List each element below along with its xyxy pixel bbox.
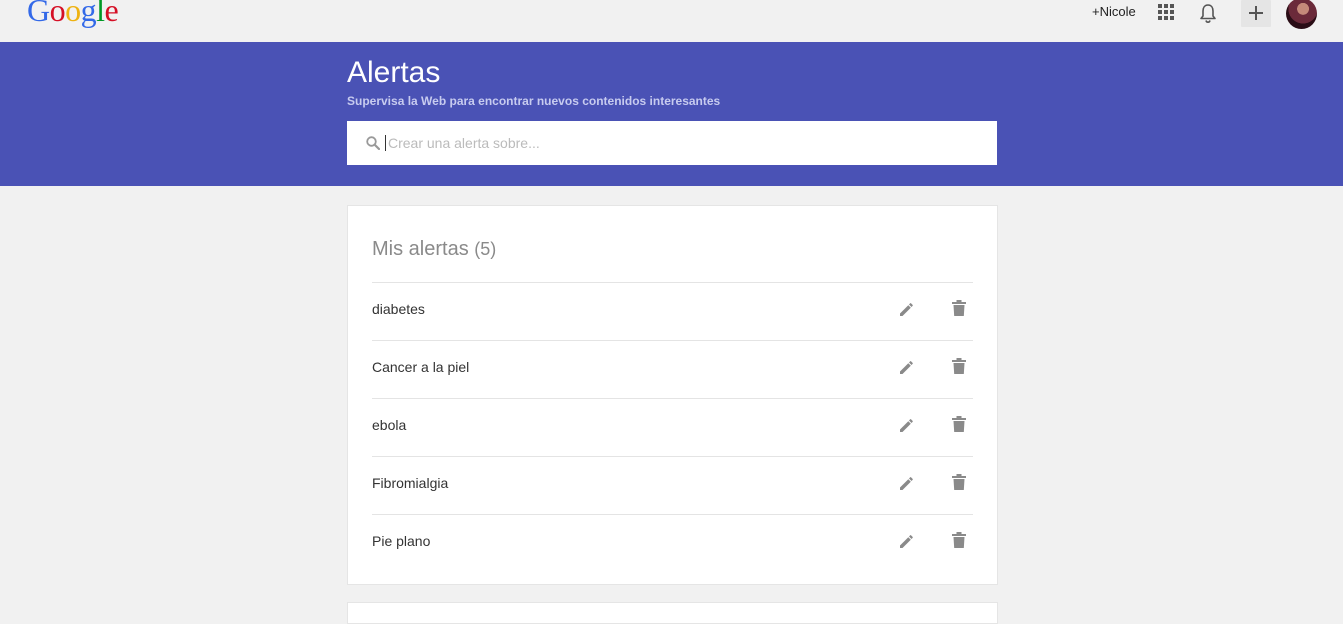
search-box[interactable] bbox=[347, 121, 997, 165]
logo-letter: o bbox=[49, 0, 66, 28]
my-alerts-card: Mis alertas (5) diabetes Cancer a la piel… bbox=[347, 205, 998, 585]
logo-letter: o bbox=[65, 0, 81, 28]
create-alert-input[interactable] bbox=[385, 135, 985, 151]
trash-icon bbox=[951, 532, 967, 553]
pencil-icon bbox=[898, 535, 916, 554]
logo-letter: G bbox=[27, 0, 50, 28]
google-logo[interactable]: Google bbox=[27, 0, 119, 30]
delete-alert-button[interactable] bbox=[951, 473, 969, 493]
notifications-bell-icon[interactable] bbox=[1197, 2, 1219, 24]
pencil-icon bbox=[898, 419, 916, 438]
search-icon bbox=[366, 136, 380, 150]
alerts-header: Alertas Supervisa la Web para encontrar … bbox=[0, 42, 1343, 186]
my-alerts-title: Mis alertas (5) bbox=[372, 238, 496, 261]
edit-alert-button[interactable] bbox=[898, 474, 918, 494]
edit-alert-button[interactable] bbox=[898, 416, 918, 436]
alerts-list: diabetes Cancer a la piel ebola Fibromialgi… bbox=[372, 282, 973, 572]
page-subtitle: Supervisa la Web para encontrar nuevos c… bbox=[347, 94, 721, 108]
edit-alert-button[interactable] bbox=[898, 532, 918, 552]
delete-alert-button[interactable] bbox=[951, 299, 969, 319]
plus-icon bbox=[1249, 6, 1263, 20]
user-profile-link[interactable]: +Nicole bbox=[1092, 4, 1136, 19]
trash-icon bbox=[951, 300, 967, 321]
delete-alert-button[interactable] bbox=[951, 415, 969, 435]
trash-icon bbox=[951, 416, 967, 437]
pencil-icon bbox=[898, 477, 916, 496]
alerts-count: (5) bbox=[474, 239, 497, 259]
edit-alert-button[interactable] bbox=[898, 300, 918, 320]
pencil-icon bbox=[898, 361, 916, 380]
alert-row: Cancer a la piel bbox=[372, 340, 973, 398]
alert-row: Pie plano bbox=[372, 514, 973, 572]
secondary-card bbox=[347, 602, 998, 624]
alert-row: Fibromialgia bbox=[372, 456, 973, 514]
page-title: Alertas bbox=[347, 56, 441, 89]
delete-alert-button[interactable] bbox=[951, 357, 969, 377]
pencil-icon bbox=[898, 303, 916, 322]
edit-alert-button[interactable] bbox=[898, 358, 918, 378]
my-alerts-title-text: Mis alertas bbox=[372, 238, 469, 260]
alert-label[interactable]: Fibromialgia bbox=[372, 475, 448, 491]
logo-letter: l bbox=[96, 0, 105, 28]
top-bar: Google +Nicole bbox=[0, 0, 1343, 42]
apps-grid-icon[interactable] bbox=[1158, 4, 1174, 20]
trash-icon bbox=[951, 474, 967, 495]
add-button[interactable] bbox=[1241, 0, 1271, 27]
logo-letter: g bbox=[80, 0, 97, 28]
alert-row: diabetes bbox=[372, 282, 973, 340]
trash-icon bbox=[951, 358, 967, 379]
alert-label[interactable]: ebola bbox=[372, 417, 406, 433]
alert-label[interactable]: Pie plano bbox=[372, 533, 430, 549]
logo-letter: e bbox=[104, 0, 119, 28]
alert-label[interactable]: diabetes bbox=[372, 301, 425, 317]
alert-row: ebola bbox=[372, 398, 973, 456]
delete-alert-button[interactable] bbox=[951, 531, 969, 551]
alert-label[interactable]: Cancer a la piel bbox=[372, 359, 469, 375]
avatar[interactable] bbox=[1286, 0, 1317, 29]
